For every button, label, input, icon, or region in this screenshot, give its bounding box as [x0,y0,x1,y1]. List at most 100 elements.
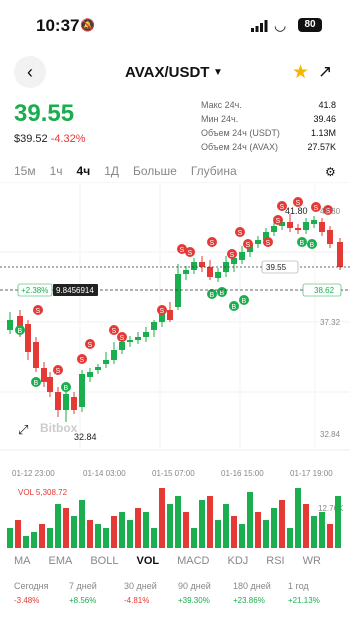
candle [25,324,31,352]
tab-depth[interactable]: Глубина [191,164,237,178]
tab-1d[interactable]: 1Д [104,164,119,178]
stat-vol-avax: Объем 24ч (AVAX) 27.57K [201,142,336,152]
sell-marker-letter: S [276,218,281,225]
volume-bar [279,500,285,548]
candle [167,310,173,320]
volume-bar [135,508,141,548]
buy-marker-letter: B [232,304,237,311]
x-label-0: 01-12 23:00 [12,469,55,478]
volume-bar [319,512,325,548]
candle [327,230,333,244]
volume-bar [303,504,309,548]
volume-bar [175,496,181,548]
watermark-logo: Bitbox [40,421,78,435]
candle [41,368,47,382]
perf-today: Сегодня -3.48% [14,581,49,605]
volume-bar [215,520,221,548]
x-label-4: 01-17 19:00 [290,469,333,478]
candle [183,270,189,274]
candle [95,367,101,370]
volume-bar [143,512,149,548]
x-label-1: 01-14 03:00 [83,469,126,478]
sell-marker-letter: S [80,357,85,364]
volume-bar [55,504,61,548]
candle [271,226,277,232]
candles: SBBSBSSSSSS SSSSS SSSS SBBBBBBS [7,197,343,422]
candle [175,274,181,307]
candle [127,340,133,342]
position-pct: +2.38% [21,286,48,295]
volume-bar [95,524,101,548]
volume-bar [311,516,317,548]
perf-90d: 90 дней +39.30% [178,581,211,605]
candle [119,342,125,350]
price-label-mid: 37.32 [320,318,341,327]
tab-rsi[interactable]: RSI [266,555,284,567]
candle [63,394,69,410]
tab-more[interactable]: Больше [133,164,177,178]
sell-marker-letter: S [230,252,235,259]
perf-7d: 7 дней +8.56% [69,581,97,605]
tab-boll[interactable]: BOLL [90,555,118,567]
volume-bar [199,500,205,548]
volume-bar [239,524,245,548]
candle [143,332,149,337]
volume-bar [295,488,301,548]
tab-1h[interactable]: 1ч [50,164,63,178]
tab-ma[interactable]: MA [14,555,31,567]
buy-marker-letter: B [220,290,225,297]
tab-wr[interactable]: WR [303,555,321,567]
tab-vol[interactable]: VOL [136,555,159,567]
tab-kdj[interactable]: KDJ [228,555,249,567]
volume-bars [7,488,341,548]
price-change: -4.32% [50,133,86,145]
volume-bar [119,512,125,548]
fullscreen-icon[interactable]: ⤢ [18,423,28,438]
tab-4h[interactable]: 4ч [77,164,91,178]
caret-down-icon[interactable]: ▼ [213,67,223,78]
pair-title[interactable]: AVAX/USDT [125,64,209,81]
vol-label: VOL 5,308.72 [18,488,68,497]
candle [199,262,205,267]
stat-low: Мин 24ч. 39.46 [201,114,336,124]
back-button[interactable]: ‹ [14,56,46,88]
buy-marker-letter: B [242,298,247,305]
perf-180d: 180 дней +23.86% [233,581,271,605]
candle [151,322,157,330]
share-icon[interactable]: ↗ [318,62,332,82]
price-label-low: 32.84 [320,430,341,439]
candlestick-chart[interactable]: SBBSBSSSSSS SSSSS SSSS SBBBBBBS 39.55 +2.38… [0,182,350,550]
x-label-3: 01-16 15:00 [221,469,264,478]
volume-bar [87,520,93,548]
volume-bar [127,520,133,548]
candle [337,242,343,267]
chart-settings-icon[interactable]: ⚙ [325,165,336,179]
sell-marker-letter: S [266,240,271,247]
buy-marker-letter: B [18,328,23,335]
volume-bar [47,528,53,548]
favorite-star-icon[interactable]: ★ [292,61,309,84]
perf-1y: 1 год +21.13% [288,581,320,605]
x-label-2: 01-15 07:00 [152,469,195,478]
candle [287,222,293,228]
volume-bar [335,496,341,548]
buy-marker-letter: B [310,242,315,249]
candle [135,337,141,340]
wifi-icon: ◡ [274,17,287,33]
candle [103,360,109,364]
volume-bar [191,528,197,548]
buy-marker-letter: B [64,385,69,392]
volume-bar [15,520,21,548]
sell-marker-letter: S [120,335,125,342]
tab-ema[interactable]: EMA [49,555,73,567]
sell-marker-letter: S [210,240,215,247]
candle [191,262,197,270]
high-marker: 41.80 [285,206,308,216]
volume-bar [223,504,229,548]
sell-marker-letter: S [56,368,61,375]
tab-15m[interactable]: 15м [14,164,36,178]
candle [79,374,85,407]
tab-macd[interactable]: MACD [177,555,209,567]
candle [319,222,325,232]
sell-marker-letter: S [112,328,117,335]
